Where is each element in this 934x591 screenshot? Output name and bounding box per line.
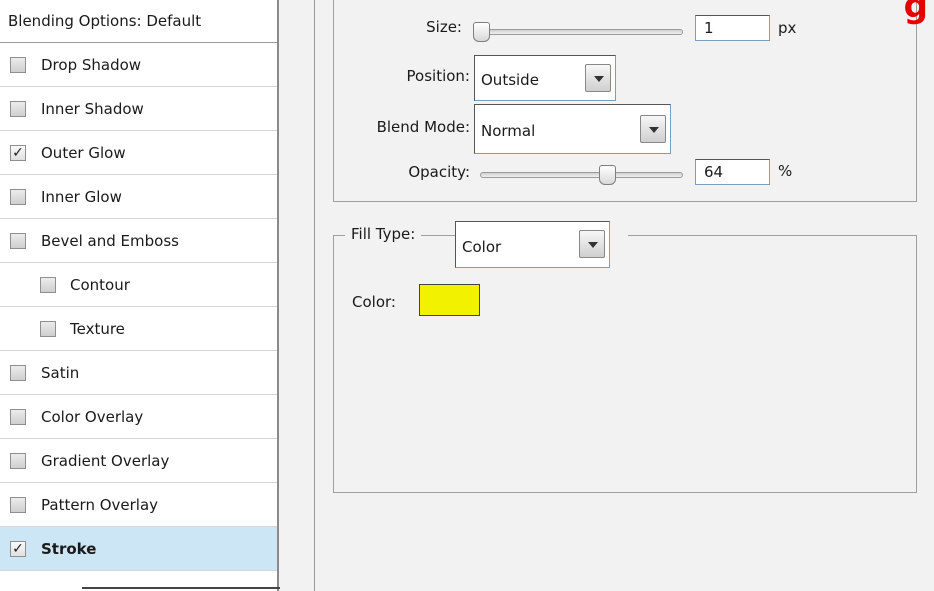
- fill-type-dropdown-value: Color: [462, 238, 502, 256]
- checkbox-icon[interactable]: [40, 321, 56, 337]
- style-item-bevel-and-emboss[interactable]: Bevel and Emboss: [0, 219, 277, 263]
- checkbox-icon[interactable]: [10, 365, 26, 381]
- blend-mode-dropdown-value: Normal: [481, 122, 536, 140]
- style-item-stroke[interactable]: ✓ Stroke: [0, 527, 277, 571]
- legend-gap: [610, 231, 628, 239]
- style-item-label: Inner Glow: [41, 188, 122, 206]
- position-dropdown-value: Outside: [481, 71, 539, 89]
- opacity-input[interactable]: 64: [695, 159, 770, 185]
- size-input[interactable]: 1: [695, 15, 770, 41]
- style-item-label: Gradient Overlay: [41, 452, 170, 470]
- checkbox-icon[interactable]: ✓: [10, 541, 26, 557]
- style-item-contour[interactable]: Contour: [0, 263, 277, 307]
- chevron-down-icon[interactable]: [585, 64, 611, 92]
- style-items: Drop Shadow Inner Shadow ✓ Outer Glow Inner …: [0, 43, 277, 571]
- color-swatch[interactable]: [419, 284, 480, 316]
- checkbox-icon[interactable]: [10, 497, 26, 513]
- size-slider[interactable]: [477, 29, 683, 35]
- color-label: Color:: [352, 293, 396, 311]
- opacity-unit: %: [778, 162, 793, 180]
- checkbox-icon[interactable]: [10, 453, 26, 469]
- style-item-label: Stroke: [41, 540, 97, 558]
- style-item-label: Inner Shadow: [41, 100, 144, 118]
- size-label: Size:: [426, 18, 462, 36]
- style-item-label: Contour: [70, 276, 130, 294]
- style-item-satin[interactable]: Satin: [0, 351, 277, 395]
- blend-mode-dropdown[interactable]: Normal: [474, 104, 671, 154]
- checkbox-icon[interactable]: [40, 277, 56, 293]
- style-item-label: Drop Shadow: [41, 56, 142, 74]
- fill-type-label: Fill Type:: [345, 225, 422, 243]
- style-item-pattern-overlay[interactable]: Pattern Overlay: [0, 483, 277, 527]
- checkbox-icon[interactable]: ✓: [10, 145, 26, 161]
- checkbox-icon[interactable]: [10, 233, 26, 249]
- style-item-inner-glow[interactable]: Inner Glow: [0, 175, 277, 219]
- chevron-down-icon[interactable]: [640, 115, 666, 143]
- style-item-color-overlay[interactable]: Color Overlay: [0, 395, 277, 439]
- red-title-fragment: g: [903, 0, 928, 26]
- style-item-label: Bevel and Emboss: [41, 232, 179, 250]
- checkbox-icon[interactable]: [10, 189, 26, 205]
- style-item-inner-shadow[interactable]: Inner Shadow: [0, 87, 277, 131]
- position-dropdown[interactable]: Outside: [474, 55, 616, 101]
- size-unit: px: [778, 19, 797, 37]
- style-item-label: Color Overlay: [41, 408, 144, 426]
- blend-mode-label: Blend Mode:: [376, 118, 470, 136]
- panel-divider: [314, 0, 315, 591]
- size-slider-thumb[interactable]: [473, 22, 490, 42]
- style-item-label: Pattern Overlay: [41, 496, 159, 514]
- opacity-label: Opacity:: [408, 163, 470, 181]
- chevron-down-icon[interactable]: [579, 230, 605, 258]
- style-item-label: Satin: [41, 364, 80, 382]
- blending-options-item[interactable]: Blending Options: Default: [0, 0, 277, 43]
- position-label: Position:: [406, 67, 470, 85]
- style-item-label: Texture: [70, 320, 125, 338]
- opacity-slider-thumb[interactable]: [599, 165, 616, 185]
- fill-type-group: [333, 235, 917, 493]
- fill-type-dropdown[interactable]: Color: [455, 221, 610, 268]
- layer-styles-list: Blending Options: Default Drop Shadow Inn…: [0, 0, 280, 591]
- style-item-gradient-overlay[interactable]: Gradient Overlay: [0, 439, 277, 483]
- scroll-divider: [82, 587, 280, 589]
- opacity-slider[interactable]: [480, 172, 683, 178]
- checkbox-icon[interactable]: [10, 409, 26, 425]
- style-item-label: Outer Glow: [41, 144, 126, 162]
- checkbox-icon[interactable]: [10, 57, 26, 73]
- style-item-outer-glow[interactable]: ✓ Outer Glow: [0, 131, 277, 175]
- style-item-texture[interactable]: Texture: [0, 307, 277, 351]
- style-item-drop-shadow[interactable]: Drop Shadow: [0, 43, 277, 87]
- checkbox-icon[interactable]: [10, 101, 26, 117]
